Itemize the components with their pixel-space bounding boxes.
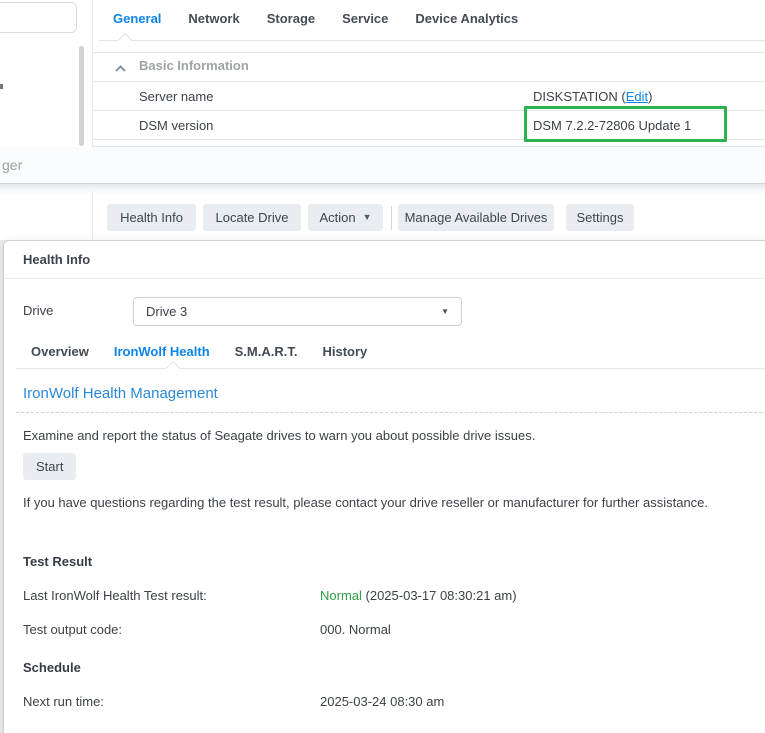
- server-name-label: Server name: [139, 89, 213, 104]
- action-button[interactable]: Action ▼: [308, 204, 383, 231]
- output-code-value: 000. Normal: [320, 622, 391, 637]
- status-normal: Normal: [320, 588, 362, 603]
- scrollbar-thumb[interactable]: [79, 46, 84, 146]
- health-info-button-label: Health Info: [120, 210, 183, 225]
- locate-drive-button[interactable]: Locate Drive: [203, 204, 301, 231]
- dialog-title: Health Info: [23, 252, 90, 267]
- next-run-label: Next run time:: [23, 694, 104, 709]
- schedule-heading: Schedule: [23, 660, 81, 675]
- manage-available-drives-button-label: Manage Available Drives: [405, 210, 548, 225]
- tab-smart[interactable]: S.M.A.R.T.: [235, 344, 298, 359]
- tab-underline: [99, 40, 765, 41]
- divider: [93, 81, 765, 82]
- ironwolf-heading: IronWolf Health Management: [23, 385, 218, 402]
- server-name-value: DISKSTATION (Edit): [533, 89, 652, 104]
- edit-link[interactable]: Edit: [626, 89, 648, 104]
- sidebar-fragment: [0, 84, 3, 89]
- locate-drive-button-label: Locate Drive: [216, 210, 289, 225]
- start-button-label: Start: [36, 459, 63, 474]
- server-name-text: DISKSTATION (: [533, 89, 626, 104]
- manage-available-drives-button[interactable]: Manage Available Drives: [398, 204, 554, 231]
- divider: [93, 139, 765, 140]
- last-test-timestamp: (2025-03-17 08:30:21 am): [362, 588, 517, 603]
- settings-button-label: Settings: [577, 210, 624, 225]
- tab-service[interactable]: Service: [342, 11, 388, 26]
- drive-label: Drive: [23, 303, 53, 318]
- section-title[interactable]: Basic Information: [139, 58, 249, 73]
- settings-button[interactable]: Settings: [566, 204, 634, 231]
- output-code-label: Test output code:: [23, 622, 122, 637]
- dsm-version-label: DSM version: [139, 118, 213, 133]
- tab-storage[interactable]: Storage: [267, 11, 315, 26]
- start-button[interactable]: Start: [23, 453, 76, 480]
- search-box-partial[interactable]: [0, 2, 77, 33]
- dropdown-caret-icon: ▼: [441, 307, 449, 316]
- divider: [93, 110, 765, 111]
- tab-overview[interactable]: Overview: [31, 344, 89, 359]
- tab-general[interactable]: General: [113, 11, 161, 26]
- window-title-fragment: ger: [2, 157, 22, 173]
- health-info-dialog: Health Info Drive Drive 3 ▼ Overview Iro…: [3, 240, 765, 733]
- storage-manager-window: Health Info Locate Drive Action ▼ Manage …: [0, 183, 765, 240]
- dialog-tabs: Overview IronWolf Health S.M.A.R.T. Hist…: [31, 344, 367, 359]
- collapse-icon[interactable]: [115, 61, 126, 76]
- test-result-heading: Test Result: [23, 554, 92, 569]
- health-info-button[interactable]: Health Info: [107, 204, 196, 231]
- last-test-label: Last IronWolf Health Test result:: [23, 588, 207, 603]
- note-text: If you have questions regarding the test…: [23, 492, 737, 514]
- control-panel-tabs: General Network Storage Service Device A…: [113, 11, 518, 26]
- divider: [4, 278, 765, 279]
- desktop-gap: ger: [0, 147, 765, 183]
- tab-ironwolf-health[interactable]: IronWolf Health: [114, 344, 210, 359]
- tab-history[interactable]: History: [322, 344, 367, 359]
- screen: General Network Storage Service Device A…: [0, 0, 765, 733]
- description-text: Examine and report the status of Seagate…: [23, 425, 743, 447]
- dsm-version-value: DSM 7.2.2-72806 Update 1: [533, 118, 691, 133]
- panel-divider: [92, 0, 93, 147]
- dashed-divider: [16, 412, 765, 413]
- last-test-value: Normal (2025-03-17 08:30:21 am): [320, 588, 517, 603]
- toolbar-separator: [391, 206, 392, 230]
- server-name-text-suffix: ): [648, 89, 652, 104]
- divider: [93, 52, 765, 53]
- next-run-value: 2025-03-24 08:30 am: [320, 694, 444, 709]
- active-tab-notch: [118, 33, 132, 47]
- tab-underline: [16, 368, 765, 369]
- caret-down-icon: ▼: [363, 213, 372, 222]
- tab-network[interactable]: Network: [188, 11, 239, 26]
- action-button-label: Action: [319, 210, 355, 225]
- active-tab-notch: [166, 361, 180, 375]
- panel-divider: [92, 191, 93, 241]
- drive-dropdown[interactable]: Drive 3 ▼: [133, 297, 462, 326]
- drive-dropdown-value: Drive 3: [146, 304, 187, 319]
- tab-device-analytics[interactable]: Device Analytics: [415, 11, 518, 26]
